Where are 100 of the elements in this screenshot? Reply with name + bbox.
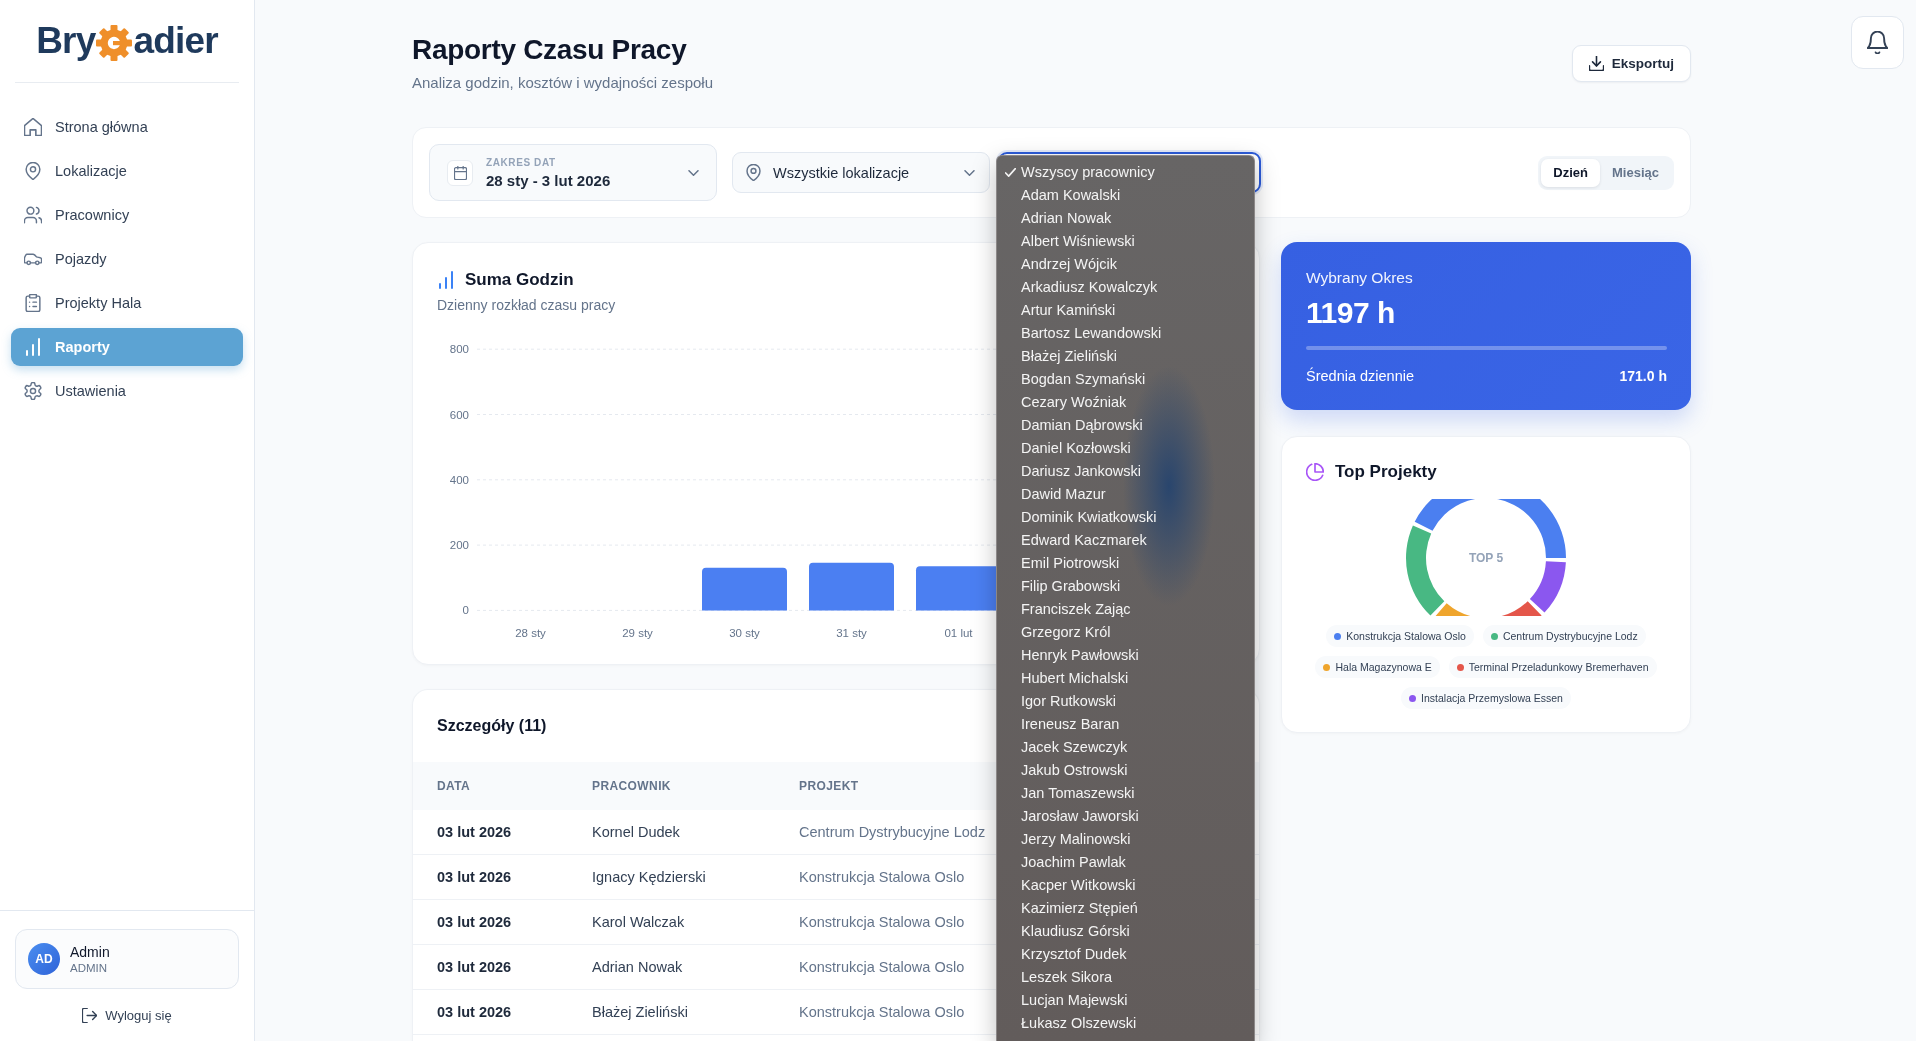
legend-label: Hala Magazynowa E [1335,661,1432,673]
y-axis-label: 400 [449,473,469,486]
chevron-down-icon [688,169,699,176]
view-tab[interactable]: Dzień [1541,158,1600,187]
employee-name: Karol Walczak [592,914,685,930]
page-title: Raporty Czasu Pracy [412,34,687,65]
card-subtitle: Dzienny rozkład czasu pracy [437,296,616,315]
menu-item[interactable]: Jarosław Jaworski [997,805,1254,828]
menu-item[interactable]: Adam Kowalski [997,184,1254,207]
menu-item[interactable]: Bartosz Lewandowski [997,322,1254,345]
gear-logo-icon [96,24,133,61]
menu-item[interactable]: Leszek Sikora [997,966,1254,989]
home-icon [24,118,42,136]
menu-item[interactable]: Dariusz Jankowski [997,460,1254,483]
menu-item[interactable]: Jan Tomaszewski [997,782,1254,805]
menu-item[interactable]: Jakub Ostrowski [997,759,1254,782]
y-axis-label: 800 [449,343,469,356]
menu-item[interactable]: Lucjan Majewski [997,989,1254,1012]
menu-item[interactable]: Edward Kaczmarek [997,529,1254,552]
employee-name: Błażej Zieliński [592,1004,688,1020]
location-select[interactable]: Wszystkie lokalizacje [732,152,990,193]
column-header: PRACOWNIK [592,779,671,793]
legend-label: Centrum Dystrybucyjne Lodz [1502,630,1638,642]
logo-text: adier [133,19,218,63]
average-value: 171.0 h [1619,367,1667,386]
menu-item[interactable]: Igor Rutkowski [997,690,1254,713]
employee-name: Ignacy Kędzierski [592,869,706,885]
menu-item[interactable]: Franciszek Zając [997,598,1254,621]
menu-item[interactable]: Albert Wiśniewski [997,230,1254,253]
view-tab[interactable]: Miesiąc [1600,158,1671,187]
notification-button[interactable] [1851,16,1904,69]
nav-item[interactable]: Pojazdy [11,240,243,278]
donut-center-label: TOP 5 [1468,551,1504,566]
card-title: Szczegóły (11) [437,716,547,736]
menu-item[interactable]: Krzysztof Dudek [997,943,1254,966]
field-label: ZAKRES DAT [486,155,556,169]
page-subtitle: Analiza godzin, kosztów i wydajności zespołu [412,73,713,93]
date-range-picker[interactable]: ZAKRES DAT 28 sty - 3 lut 2026 [429,144,717,201]
map-pin-icon [24,162,42,180]
menu-item[interactable]: Kacper Witkowski [997,874,1254,897]
employee-name: Kornel Dudek [592,824,680,840]
logout-button[interactable]: Wyloguj się [15,1003,239,1027]
column-header: DATA [437,779,471,793]
nav-item[interactable]: Lokalizacje [11,152,243,190]
export-button[interactable]: Eksportuj [1571,45,1691,82]
menu-item[interactable]: Emil Piotrowski [997,552,1254,575]
bell-icon [1867,31,1888,54]
menu-item[interactable]: Damian Dąbrowski [997,414,1254,437]
menu-item[interactable]: Cezary Woźniak [997,391,1254,414]
user-card[interactable]: AD Admin ADMIN [15,929,239,989]
legend-label: Konstrukcja Stalowa Oslo [1346,630,1466,642]
project-name: Konstrukcja Stalowa Oslo [799,914,965,930]
menu-item[interactable]: Daniel Kozłowski [997,437,1254,460]
user-role: ADMIN [70,960,108,976]
users-icon [24,206,42,224]
project-name: Konstrukcja Stalowa Oslo [799,959,965,975]
menu-item[interactable]: Jacek Szewczyk [997,736,1254,759]
nav-item[interactable]: Pracownicy [11,196,243,234]
logout-icon [82,1007,98,1023]
date-text: 03 lut 2026 [437,914,512,930]
menu-item[interactable]: Bogdan Szymański [997,368,1254,391]
y-axis-label: 600 [449,408,469,421]
menu-item[interactable]: Dawid Mazur [997,483,1254,506]
menu-item[interactable]: Ireneusz Baran [997,713,1254,736]
card-title: Suma Godzin [465,269,574,291]
menu-item[interactable]: Filip Grabowski [997,575,1254,598]
menu-item[interactable]: Hubert Michalski [997,667,1254,690]
menu-item[interactable]: Jerzy Malinowski [997,828,1254,851]
nav-item[interactable]: Strona główna [11,108,243,146]
user-avatar: AD [28,943,60,975]
y-axis-label: 0 [462,604,469,617]
nav-item[interactable]: Ustawienia [11,372,243,410]
menu-item[interactable]: Andrzej Wójcik [997,253,1254,276]
menu-item[interactable]: Joachim Pawlak [997,851,1254,874]
user-name: Admin [70,942,110,961]
employee-name: Adrian Nowak [592,959,683,975]
menu-item[interactable]: Henryk Pawłowski [997,644,1254,667]
menu-item[interactable]: Grzegorz Król [997,621,1254,644]
menu-item[interactable]: Arkadiusz Kowalczyk [997,276,1254,299]
nav-item[interactable]: Projekty Hala [11,284,243,322]
menu-item[interactable]: Klaudiusz Górski [997,920,1254,943]
download-icon [1588,56,1604,71]
project-name: Centrum Dystrybucyjne Lodz [799,824,986,840]
menu-item[interactable]: Kazimierz Stępień [997,897,1254,920]
map-pin-icon [746,164,761,181]
clipboard-list-icon [24,294,42,312]
menu-item[interactable]: Wszyscy pracownicy [997,161,1254,184]
pie-chart-icon [1306,463,1324,481]
average-label: Średnia dziennie [1306,366,1415,386]
bar-chart-icon [24,338,42,356]
menu-item[interactable]: Łukasz Olszewski [997,1012,1254,1035]
chevron-down-icon [964,169,975,176]
column-header: PROJEKT [799,779,859,793]
project-name: Konstrukcja Stalowa Oslo [799,1004,965,1020]
date-range-value: 28 sty - 3 lut 2026 [486,170,611,190]
menu-item[interactable]: Dominik Kwiatkowski [997,506,1254,529]
legend-label: Instalacja Przemyslowa Essen [1421,692,1563,704]
menu-item[interactable]: Artur Kamiński [997,299,1254,322]
menu-item[interactable]: Adrian Nowak [997,207,1254,230]
menu-item[interactable]: Błażej Zieliński [997,345,1254,368]
